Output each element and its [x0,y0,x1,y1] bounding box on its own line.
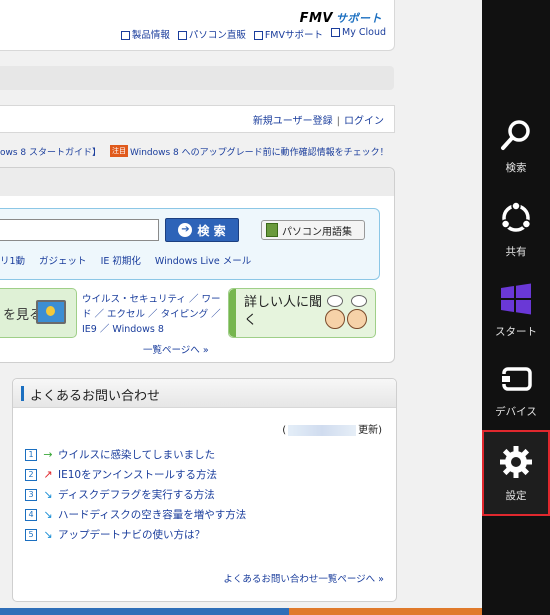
category-list-link[interactable]: 一覧ページへ » [143,342,209,356]
charm-start[interactable]: スタート [482,282,550,362]
header-links: 製品情報 パソコン直販 FMVサポート My Cloud [120,27,386,41]
faq-list-link[interactable]: よくあるお問い合わせ一覧ページへ » [223,571,384,585]
faq-item[interactable]: 1 → ウイルスに感染してしまいました [25,447,215,462]
search-panel-header [0,168,394,196]
header-link-fmv-support[interactable]: FMVサポート [253,27,323,41]
keyword-link[interactable]: Windows Live メール [155,253,251,267]
navigation-bar [0,66,394,90]
faq-title: よくあるお問い合わせ [30,389,161,404]
video-guide-banner[interactable]: を見る [0,288,77,338]
trend-up-arrow-icon: → [43,448,53,461]
link-arrow-icon [253,31,263,40]
account-bar: 新規ユーザー登録 | ログイン [0,105,395,133]
keyword-link[interactable]: IE 初期化 [101,253,141,267]
trend-down-arrow-icon: ↘ [43,528,53,541]
faq-item[interactable]: 5 ↘ アップデートナビの使い方は？ [25,527,205,542]
browser-page: FMV サポート 製品情報 パソコン直販 FMVサポート My Cloud 新規ユ… [0,0,482,615]
header-link-my-cloud[interactable]: My Cloud [331,27,386,41]
news-link-start-guide[interactable]: ows 8 スタートガイド】 [0,145,101,158]
category-links[interactable]: ウイルス・セキュリティ ／ ワード ／ エクセル ／ タイピング ／ IE9 ／… [82,292,227,337]
faq-panel: よくあるお問い合わせ (更新) 1 → ウイルスに感染してしまいました 2 ↗ … [12,378,397,602]
news-tag: 注目 [110,145,128,157]
link-arrow-icon [331,28,341,37]
blurred-date [288,424,357,436]
site-header: FMV サポート 製品情報 パソコン直販 FMVサポート My Cloud [0,0,395,51]
keyword-link[interactable]: リ1動 [0,253,25,267]
news-ticker: ows 8 スタートガイド】 注目 Windows 8 へのアップグレード前に動… [0,144,394,158]
charm-search[interactable]: 検索 [482,118,550,198]
settings-gear-icon [500,445,532,478]
charms-bar: 検索 共有 スタート デバイス 設定 [482,0,550,615]
keyword-link[interactable]: ガジェット [39,253,87,267]
charm-settings[interactable]: 設定 [482,430,550,516]
glossary-button[interactable]: パソコン用語集 [261,220,365,240]
link-arrow-icon [120,31,130,40]
keyword-links: リ1動 ガジェット IE 初期化 Windows Live メール [0,253,251,267]
search-button[interactable]: ➔ 検 索 [165,218,239,242]
share-icon [500,201,532,232]
header-link-direct-sales[interactable]: パソコン直販 [177,27,246,41]
trend-down-arrow-icon: ↘ [43,488,53,501]
monitor-icon [36,300,66,324]
arrow-right-icon: ➔ [178,223,193,237]
link-arrow-icon [177,31,187,40]
faq-updated: (更新) [282,424,382,436]
fmv-support-logo[interactable]: FMV サポート [300,10,382,26]
header-link-products[interactable]: 製品情報 [120,27,170,41]
faq-item[interactable]: 2 ↗ IE10をアンインストールする方法 [25,467,217,482]
trend-down-arrow-icon: ↘ [43,508,53,521]
search-icon [501,120,530,150]
register-link[interactable]: 新規ユーザー登録 [253,116,333,127]
faq-item[interactable]: 3 ↘ ディスクデフラグを実行する方法 [25,487,215,502]
windows-start-icon [501,283,531,315]
book-icon [266,223,278,237]
charm-share[interactable]: 共有 [482,200,550,280]
login-link[interactable]: ログイン [344,116,384,127]
search-box: ➔ 検 索 パソコン用語集 リ1動 ガジェット IE 初期化 Windows L… [0,208,380,280]
search-input[interactable] [0,219,159,241]
trend-up-arrow-icon: ↗ [43,468,53,481]
footer-strip [0,608,482,615]
faq-header: よくあるお問い合わせ [13,379,396,408]
devices-icon [500,367,532,391]
search-panel: ➔ 検 索 パソコン用語集 リ1動 ガジェット IE 初期化 Windows L… [0,167,395,363]
faq-item[interactable]: 4 ↘ ハードディスクの空き容量を増やす方法 [25,507,246,522]
ask-expert-banner[interactable]: 詳しい人に聞く [228,288,376,338]
news-link-upgrade[interactable]: Windows 8 へのアップグレード前に動作確認情報をチェック！ [130,145,389,158]
